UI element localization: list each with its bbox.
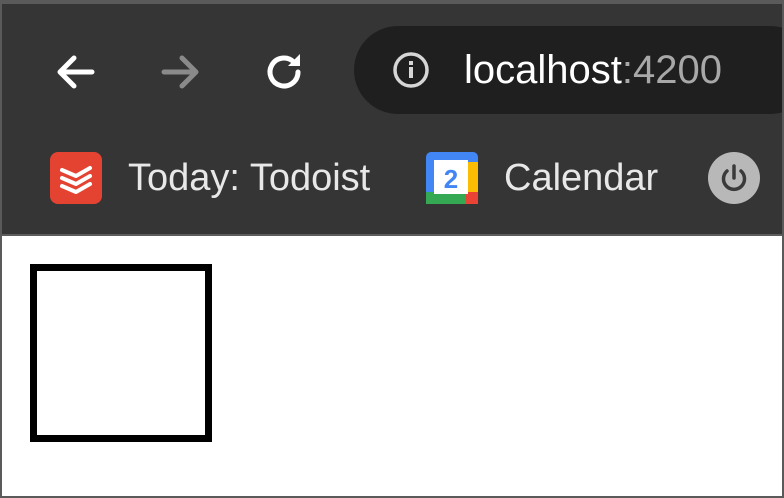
url-port: :4200 bbox=[621, 48, 722, 92]
bookmark-power[interactable] bbox=[708, 150, 760, 206]
outlined-square-box bbox=[30, 264, 212, 442]
todoist-icon bbox=[50, 152, 102, 204]
url-host: localhost bbox=[464, 48, 622, 92]
calendar-day-text: 2 bbox=[444, 164, 458, 194]
url-text[interactable]: localhost:4200 bbox=[464, 45, 722, 95]
forward-arrow-icon bbox=[161, 55, 199, 89]
address-bar[interactable]: localhost:4200 bbox=[354, 26, 782, 114]
bookmarks-bar: Today: Todoist 2 Calendar bbox=[2, 132, 782, 236]
reload-button[interactable] bbox=[254, 42, 314, 102]
page-content bbox=[2, 236, 782, 496]
bookmark-todoist-label: Today: Todoist bbox=[128, 156, 371, 199]
forward-button[interactable] bbox=[150, 42, 210, 102]
back-button[interactable] bbox=[46, 42, 106, 102]
bookmark-calendar-label: Calendar bbox=[504, 156, 659, 199]
bookmark-calendar[interactable]: 2 Calendar bbox=[426, 150, 658, 206]
browser-toolbar: localhost:4200 bbox=[2, 4, 782, 132]
back-arrow-icon bbox=[57, 55, 95, 89]
info-icon[interactable] bbox=[392, 51, 430, 89]
bookmark-todoist[interactable]: Today: Todoist bbox=[50, 150, 370, 206]
reload-icon bbox=[267, 54, 301, 89]
google-calendar-icon: 2 bbox=[426, 152, 478, 204]
power-icon bbox=[708, 152, 760, 204]
browser-window: localhost:4200 Today: Todoist 2 Calendar bbox=[0, 0, 784, 498]
